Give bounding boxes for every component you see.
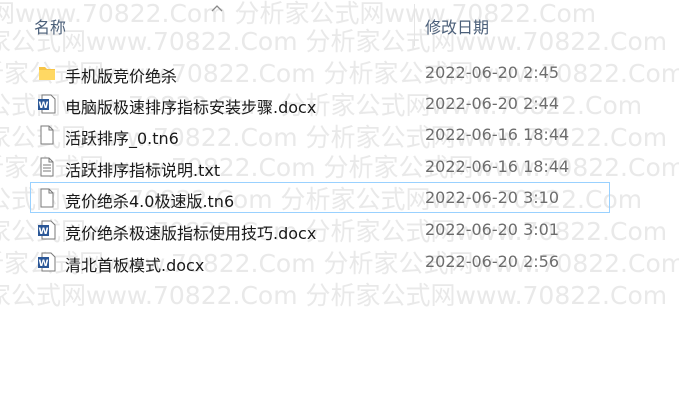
- file-date-modified: 2022-06-20 2:56: [425, 252, 559, 271]
- file-name: 活跃排序指标说明.txt: [65, 161, 221, 180]
- file-date-modified: 2022-06-16 18:44: [425, 125, 570, 144]
- file-row[interactable]: 手机版竞价绝杀 2022-06-20 2:45: [30, 57, 610, 88]
- word-doc-icon: W: [38, 252, 56, 272]
- blank-file-icon: [40, 188, 54, 208]
- file-row[interactable]: 活跃排序指标说明.txt 2022-06-16 18:44: [30, 151, 610, 182]
- column-header-bar: 名称 修改日期: [0, 0, 679, 50]
- file-name: 竞价绝杀极速版指标使用技巧.docx: [65, 224, 317, 243]
- file-row[interactable]: W 电脑版极速排序指标安装步骤.docx 2022-06-20 2:44: [30, 88, 610, 119]
- word-doc-icon: W: [38, 94, 56, 114]
- file-date-modified: 2022-06-20 3:01: [425, 220, 559, 239]
- blank-file-icon: [40, 125, 54, 145]
- file-row[interactable]: W 竞价绝杀极速版指标使用技巧.docx 2022-06-20 3:01: [30, 214, 610, 245]
- column-divider[interactable]: [414, 4, 415, 46]
- file-date-modified: 2022-06-20 2:44: [425, 94, 559, 113]
- file-row[interactable]: W 清北首板模式.docx 2022-06-20 2:56: [30, 246, 610, 277]
- folder-icon: [39, 67, 55, 80]
- file-row[interactable]: 活跃排序_0.tn6 2022-06-16 18:44: [30, 119, 610, 150]
- file-date-modified: 2022-06-16 18:44: [425, 157, 570, 176]
- word-doc-icon: W: [38, 220, 56, 240]
- watermark-line: 家公式网www.70822.Com 分析家公式网www.70822.Com: [0, 281, 668, 310]
- file-name: 电脑版极速排序指标安装步骤.docx: [65, 98, 317, 117]
- svg-text:W: W: [39, 259, 49, 269]
- column-header-name[interactable]: 名称: [34, 14, 66, 38]
- svg-text:W: W: [39, 101, 49, 111]
- file-date-modified: 2022-06-20 2:45: [425, 63, 559, 82]
- file-name: 清北首板模式.docx: [65, 256, 205, 275]
- file-row[interactable]: 竞价绝杀4.0极速版.tn6 2022-06-20 3:10: [30, 182, 610, 213]
- file-name: 竞价绝杀4.0极速版.tn6: [65, 192, 235, 211]
- file-name: 活跃排序_0.tn6: [65, 129, 179, 148]
- file-name: 手机版竞价绝杀: [65, 67, 178, 86]
- text-file-icon: [40, 157, 54, 177]
- sort-ascending-icon: [211, 5, 223, 12]
- file-date-modified: 2022-06-20 3:10: [425, 188, 559, 207]
- svg-text:W: W: [39, 227, 49, 237]
- column-header-date-modified[interactable]: 修改日期: [425, 14, 489, 38]
